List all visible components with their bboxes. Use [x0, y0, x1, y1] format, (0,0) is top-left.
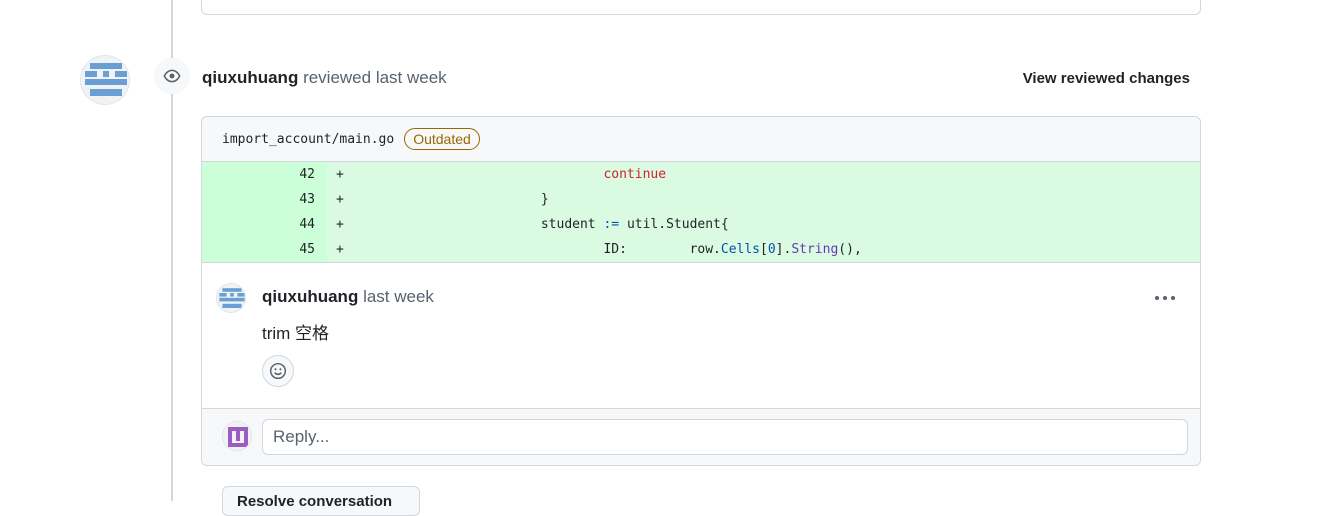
code-token: util.Student{: [626, 217, 729, 232]
code-token: student: [540, 217, 596, 232]
code-line: }: [353, 187, 549, 212]
code-line: student := util.Student{: [353, 212, 729, 237]
outdated-badge: Outdated: [404, 128, 480, 150]
review-header: qiuxuhuang reviewed last week: [202, 67, 447, 89]
diff-line: 42 + continue: [202, 162, 1200, 187]
line-number: 42: [202, 162, 327, 187]
review-thread: import_account/main.go Outdated 42 + con…: [201, 116, 1201, 466]
diff-sign: +: [336, 192, 344, 207]
comment-body: trim 空格: [262, 324, 330, 343]
diff-line: 43 + }: [202, 187, 1200, 212]
previous-timeline-item: [201, 0, 1201, 15]
code-token: String: [791, 242, 839, 257]
file-header: import_account/main.go Outdated: [202, 117, 1200, 162]
kebab-horizontal-icon[interactable]: [1152, 285, 1178, 311]
line-number: 43: [202, 187, 327, 212]
code-token: }: [540, 192, 549, 207]
view-reviewed-changes-link[interactable]: View reviewed changes: [1023, 68, 1190, 90]
code-token: 0: [767, 242, 776, 257]
line-number: 45: [202, 237, 327, 262]
eye-icon: [154, 58, 190, 94]
code-line: ID: row.Cells[0].String(),: [353, 237, 862, 262]
diff-hunk: 42 + continue 43 + } 44 + student := uti…: [202, 162, 1200, 262]
code-token: continue: [603, 167, 667, 182]
review-action-text: reviewed last week: [303, 68, 447, 87]
review-author-link[interactable]: qiuxuhuang: [202, 68, 298, 87]
reply-area: [202, 408, 1200, 465]
code-token: ].: [775, 242, 792, 257]
smiley-icon[interactable]: [262, 355, 294, 387]
code-token: (),: [838, 242, 862, 257]
line-number: 44: [202, 212, 327, 237]
diff-line: 45 + ID: row.Cells[0].String(),: [202, 237, 1200, 262]
comment-author-avatar[interactable]: [216, 283, 246, 313]
comment-timestamp[interactable]: last week: [363, 287, 434, 306]
file-path-link[interactable]: import_account/main.go: [222, 132, 394, 147]
code-token: :=: [603, 217, 620, 232]
diff-sign: +: [336, 242, 344, 257]
reply-input[interactable]: [262, 419, 1188, 455]
comment-author-link[interactable]: qiuxuhuang: [262, 287, 358, 306]
code-token: row.: [689, 242, 721, 257]
code-token: [: [760, 242, 768, 257]
comment-meta: qiuxuhuang last week: [262, 287, 434, 307]
diff-line: 44 + student := util.Student{: [202, 212, 1200, 237]
current-user-avatar[interactable]: [222, 421, 252, 451]
diff-sign: +: [336, 167, 344, 182]
code-line: continue: [353, 162, 666, 187]
code-token: Cells: [720, 242, 761, 257]
reviewer-avatar[interactable]: [80, 55, 130, 105]
review-comment: qiuxuhuang last week trim 空格: [202, 262, 1200, 408]
resolve-conversation-button[interactable]: Resolve conversation: [222, 486, 420, 516]
code-token: ID:: [603, 242, 627, 257]
diff-sign: +: [336, 217, 344, 232]
